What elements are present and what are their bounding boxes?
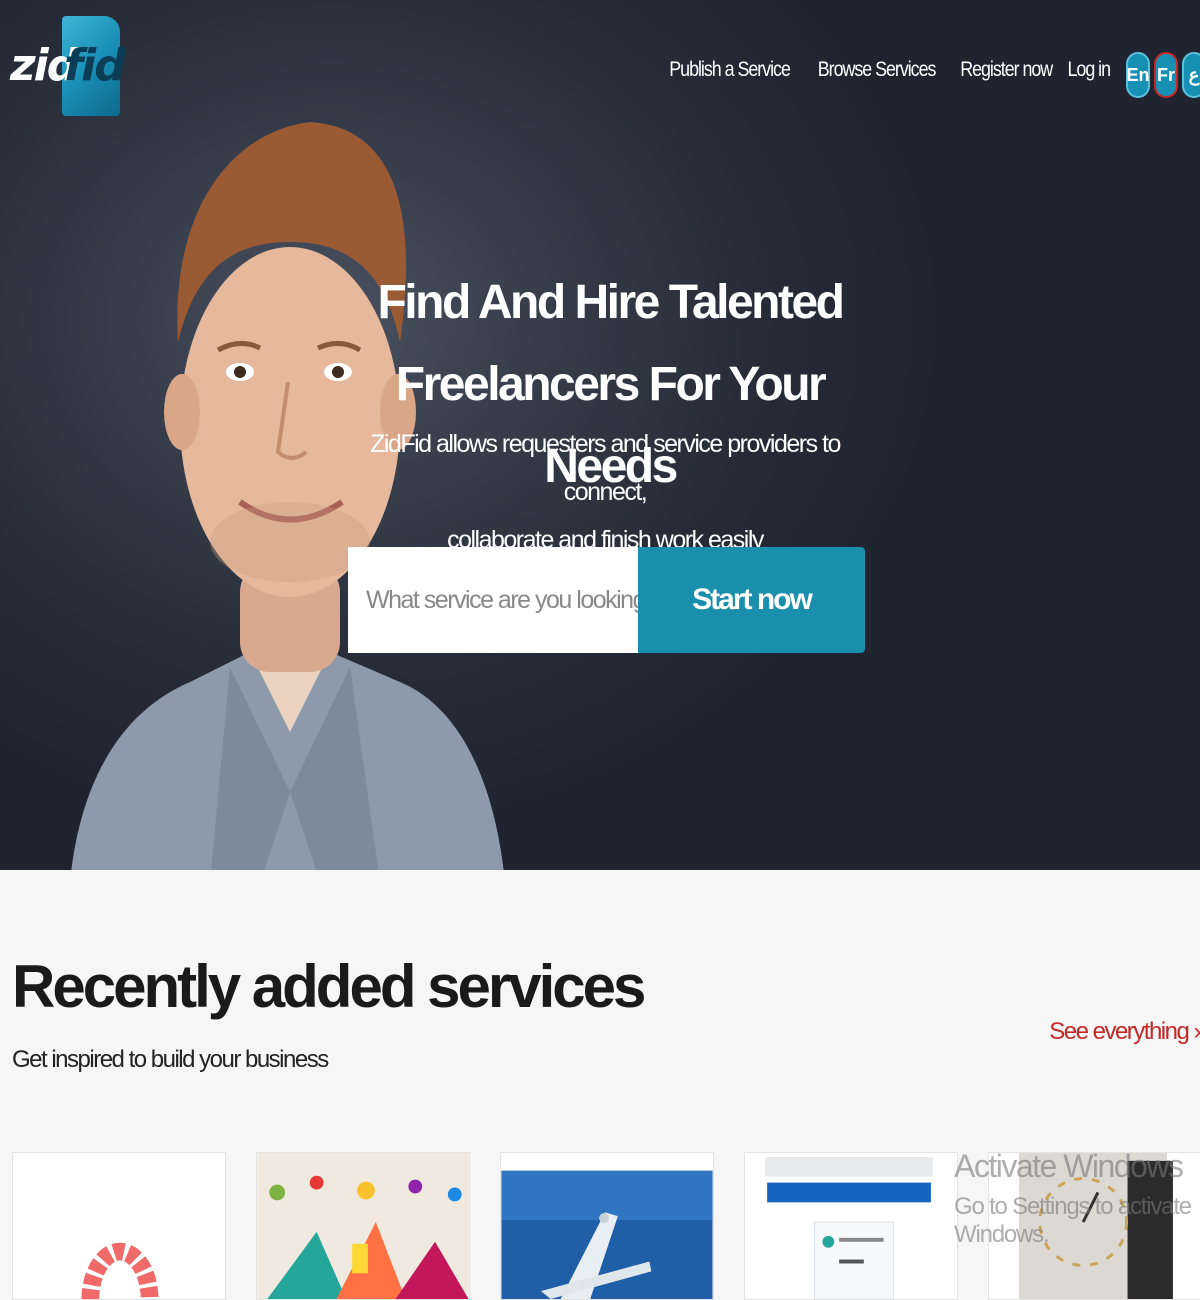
service-card[interactable] bbox=[988, 1152, 1200, 1300]
hero-section: zid fid Publish a Service Browse Service… bbox=[0, 0, 1200, 870]
nav-login[interactable]: Log in bbox=[1067, 58, 1111, 82]
hero-headline-line1: Find And Hire Talented Freelancers For Y… bbox=[377, 276, 845, 411]
recent-services-subtitle: Get inspired to build your business bbox=[12, 1046, 329, 1073]
service-card[interactable] bbox=[256, 1152, 470, 1300]
nav-publish-service[interactable]: Publish a Service bbox=[669, 58, 791, 82]
nav-register[interactable]: Register now bbox=[960, 58, 1053, 82]
service-card-thumbnail bbox=[501, 1153, 713, 1299]
service-card-thumbnail bbox=[257, 1153, 469, 1299]
hero-subline: ZidFid allows requesters and service pro… bbox=[360, 420, 850, 564]
lang-ar-button[interactable]: ع bbox=[1182, 52, 1200, 98]
start-now-button[interactable]: Start now bbox=[638, 547, 865, 653]
recent-services-title: Recently added services bbox=[12, 953, 646, 1020]
service-card[interactable] bbox=[500, 1152, 714, 1300]
service-card[interactable] bbox=[12, 1152, 226, 1300]
service-search-input[interactable] bbox=[348, 547, 638, 653]
service-card[interactable] bbox=[744, 1152, 958, 1300]
service-card-thumbnail bbox=[745, 1153, 957, 1299]
main-nav: Publish a Service Browse Services Regist… bbox=[648, 58, 1111, 82]
service-card-thumbnail bbox=[13, 1153, 225, 1299]
nav-browse-services[interactable]: Browse Services bbox=[818, 58, 937, 82]
service-card-thumbnail bbox=[989, 1153, 1200, 1299]
hero-subline-line1: ZidFid allows requesters and service pro… bbox=[370, 430, 841, 506]
language-switcher: En Fr ع bbox=[1126, 52, 1200, 98]
logo-text-fid: fid bbox=[64, 40, 126, 91]
service-cards-row bbox=[12, 1152, 1200, 1300]
lang-fr-button[interactable]: Fr bbox=[1154, 52, 1178, 98]
lang-en-button[interactable]: En bbox=[1126, 52, 1150, 98]
see-everything-link[interactable]: See everything › bbox=[1049, 1018, 1200, 1046]
